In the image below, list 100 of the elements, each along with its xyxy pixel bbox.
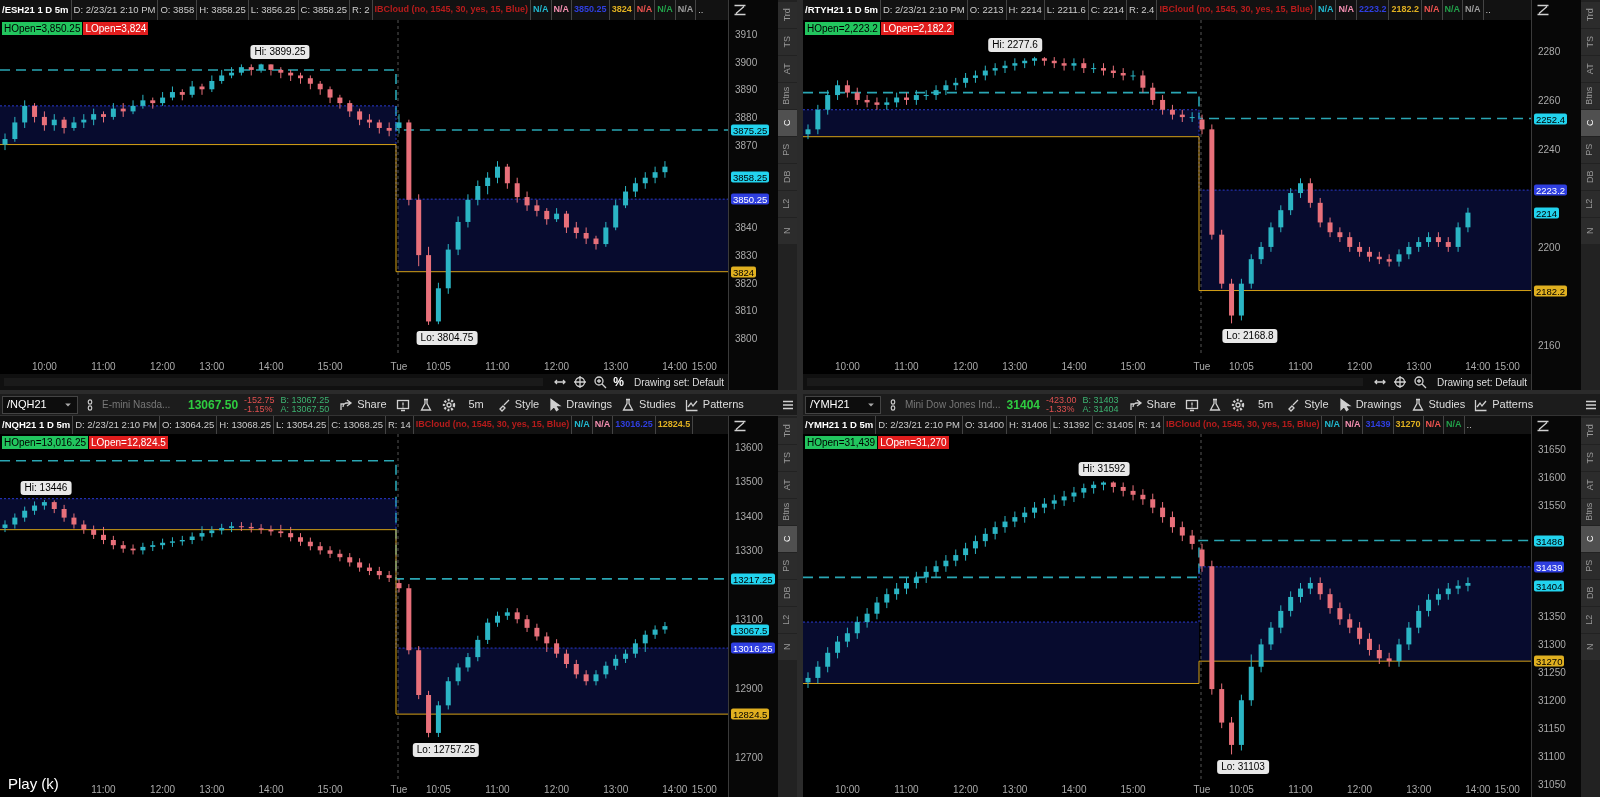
side-tab[interactable]: PS bbox=[1581, 553, 1600, 579]
time-label: 15:00 bbox=[691, 783, 717, 797]
chart-mode-icon[interactable] bbox=[1536, 3, 1550, 17]
zoom-icon[interactable] bbox=[593, 375, 608, 389]
price-tick-label: 3900 bbox=[735, 56, 758, 68]
time-label: 11:00 bbox=[1288, 783, 1313, 797]
side-tab[interactable]: C bbox=[778, 110, 797, 136]
side-tab[interactable]: TS bbox=[778, 29, 797, 55]
chart-mode-icon[interactable] bbox=[733, 419, 747, 433]
side-tab[interactable]: PS bbox=[778, 553, 797, 579]
share-button[interactable]: Share bbox=[339, 396, 387, 413]
price-tick-label: 13400 bbox=[735, 510, 763, 522]
gear-icon[interactable] bbox=[1230, 397, 1245, 412]
studies-button[interactable]: Studies bbox=[1410, 396, 1466, 413]
more-indicator: .. bbox=[1484, 2, 1492, 17]
side-tab[interactable]: TS bbox=[1581, 445, 1600, 471]
side-tab[interactable]: Btns bbox=[778, 83, 797, 109]
flask-icon[interactable] bbox=[1207, 397, 1222, 412]
style-button[interactable]: Style bbox=[496, 396, 540, 413]
side-tab[interactable]: TS bbox=[1581, 29, 1600, 55]
price-tag: 31486 bbox=[1534, 535, 1565, 547]
side-tab[interactable]: L2 bbox=[778, 191, 797, 217]
side-tab[interactable]: Btns bbox=[778, 499, 797, 525]
share-button[interactable]: Share bbox=[1128, 396, 1176, 413]
time-label: 12:00 bbox=[1347, 360, 1373, 374]
price-tag: 2223.2 bbox=[1534, 184, 1568, 196]
side-tab[interactable]: Btns bbox=[1581, 83, 1600, 109]
side-tab[interactable]: TS bbox=[778, 445, 797, 471]
side-tab[interactable]: DB bbox=[1581, 164, 1600, 190]
side-tab[interactable]: N bbox=[778, 634, 797, 660]
crosshair-icon[interactable] bbox=[1392, 375, 1407, 389]
side-tab[interactable]: C bbox=[1581, 110, 1600, 136]
flask-icon bbox=[1410, 397, 1425, 412]
study-value: 3850.25 bbox=[572, 0, 610, 20]
side-tab[interactable]: L2 bbox=[1581, 191, 1600, 217]
side-tab[interactable]: L2 bbox=[778, 607, 797, 633]
symbol-field[interactable]: /YMH21 bbox=[805, 395, 881, 414]
time-label: 11:00 bbox=[1288, 360, 1313, 374]
time-label: 13:00 bbox=[603, 783, 629, 797]
time-label: 15:00 bbox=[1494, 783, 1520, 797]
crosshair-icon[interactable] bbox=[573, 375, 588, 389]
interval-button[interactable]: 5m bbox=[1253, 396, 1278, 413]
side-tab[interactable]: C bbox=[1581, 526, 1600, 552]
bid-price: B: 13067.25 bbox=[280, 395, 330, 405]
side-tab[interactable]: C bbox=[778, 526, 797, 552]
side-tab[interactable]: AT bbox=[778, 472, 797, 498]
side-tab[interactable]: Trd bbox=[1581, 2, 1600, 28]
drawing-set-label[interactable]: Drawing set: Default bbox=[633, 374, 724, 390]
price-tick-label: 31300 bbox=[1538, 638, 1566, 650]
side-tab[interactable]: DB bbox=[778, 580, 797, 606]
side-tab[interactable]: Trd bbox=[778, 2, 797, 28]
price-tick-label: 31200 bbox=[1538, 694, 1566, 706]
low-callout: Lo: 12757.25 bbox=[412, 743, 480, 758]
drawings-button[interactable]: Drawings bbox=[548, 396, 613, 413]
side-tab[interactable]: L2 bbox=[1581, 607, 1600, 633]
patterns-button[interactable]: Patterns bbox=[684, 396, 744, 413]
percent-button[interactable]: % bbox=[613, 373, 624, 390]
side-tab[interactable]: N bbox=[1581, 634, 1600, 660]
price-tick-label: 2160 bbox=[1538, 339, 1561, 351]
studies-button[interactable]: Studies bbox=[621, 396, 676, 413]
quote-field: R: 14 bbox=[386, 416, 414, 434]
side-tab[interactable]: N bbox=[778, 218, 797, 244]
interval-button[interactable]: 5m bbox=[464, 396, 488, 413]
side-tab[interactable]: N bbox=[1581, 218, 1600, 244]
monitor-icon[interactable] bbox=[1184, 397, 1199, 412]
monitor-icon[interactable] bbox=[395, 397, 410, 412]
side-tab[interactable]: AT bbox=[778, 56, 797, 82]
quote-field: L: 31392 bbox=[1050, 416, 1093, 434]
time-label: 13:00 bbox=[1002, 360, 1028, 374]
bid-price: B: 31403 bbox=[1082, 395, 1119, 405]
zoom-icon[interactable] bbox=[1412, 375, 1427, 389]
flask-icon[interactable] bbox=[418, 397, 433, 412]
gear-icon[interactable] bbox=[441, 397, 456, 412]
high-callout: Hi: 31592 bbox=[1078, 462, 1130, 477]
symbol-field[interactable]: /NQH21 bbox=[2, 395, 78, 414]
study-value: 13016.25 bbox=[613, 416, 656, 434]
side-tab[interactable]: Btns bbox=[1581, 499, 1600, 525]
side-tab[interactable]: DB bbox=[1581, 580, 1600, 606]
price-tag: 31270 bbox=[1534, 655, 1565, 667]
time-label: 11:00 bbox=[91, 360, 116, 374]
chart-mode-icon[interactable] bbox=[1536, 419, 1550, 433]
style-button[interactable]: Style bbox=[1286, 396, 1329, 413]
side-tab[interactable]: AT bbox=[1581, 56, 1600, 82]
price-tag: 12824.5 bbox=[731, 708, 770, 720]
study-value: N/A bbox=[1342, 416, 1364, 434]
quote-field: C: 2214 bbox=[1088, 0, 1128, 20]
side-tab[interactable]: PS bbox=[1581, 137, 1600, 163]
side-tab[interactable]: AT bbox=[1581, 472, 1600, 498]
chart-mode-icon[interactable] bbox=[733, 3, 747, 17]
quote-field: D: 2/23/21 2:10 PM bbox=[880, 0, 968, 20]
price-tick-label: 31100 bbox=[1538, 750, 1566, 762]
side-tab[interactable]: Trd bbox=[778, 418, 797, 444]
drawing-set-label[interactable]: Drawing set: Default bbox=[1436, 374, 1527, 390]
drawings-button[interactable]: Drawings bbox=[1337, 396, 1402, 413]
patterns-button[interactable]: Patterns bbox=[1474, 396, 1534, 413]
side-tab[interactable]: DB bbox=[778, 164, 797, 190]
side-tab[interactable]: Trd bbox=[1581, 418, 1600, 444]
price-tag: 13016.25 bbox=[731, 642, 775, 654]
side-tab[interactable]: PS bbox=[778, 137, 797, 163]
study-value: N/A bbox=[1336, 0, 1357, 20]
